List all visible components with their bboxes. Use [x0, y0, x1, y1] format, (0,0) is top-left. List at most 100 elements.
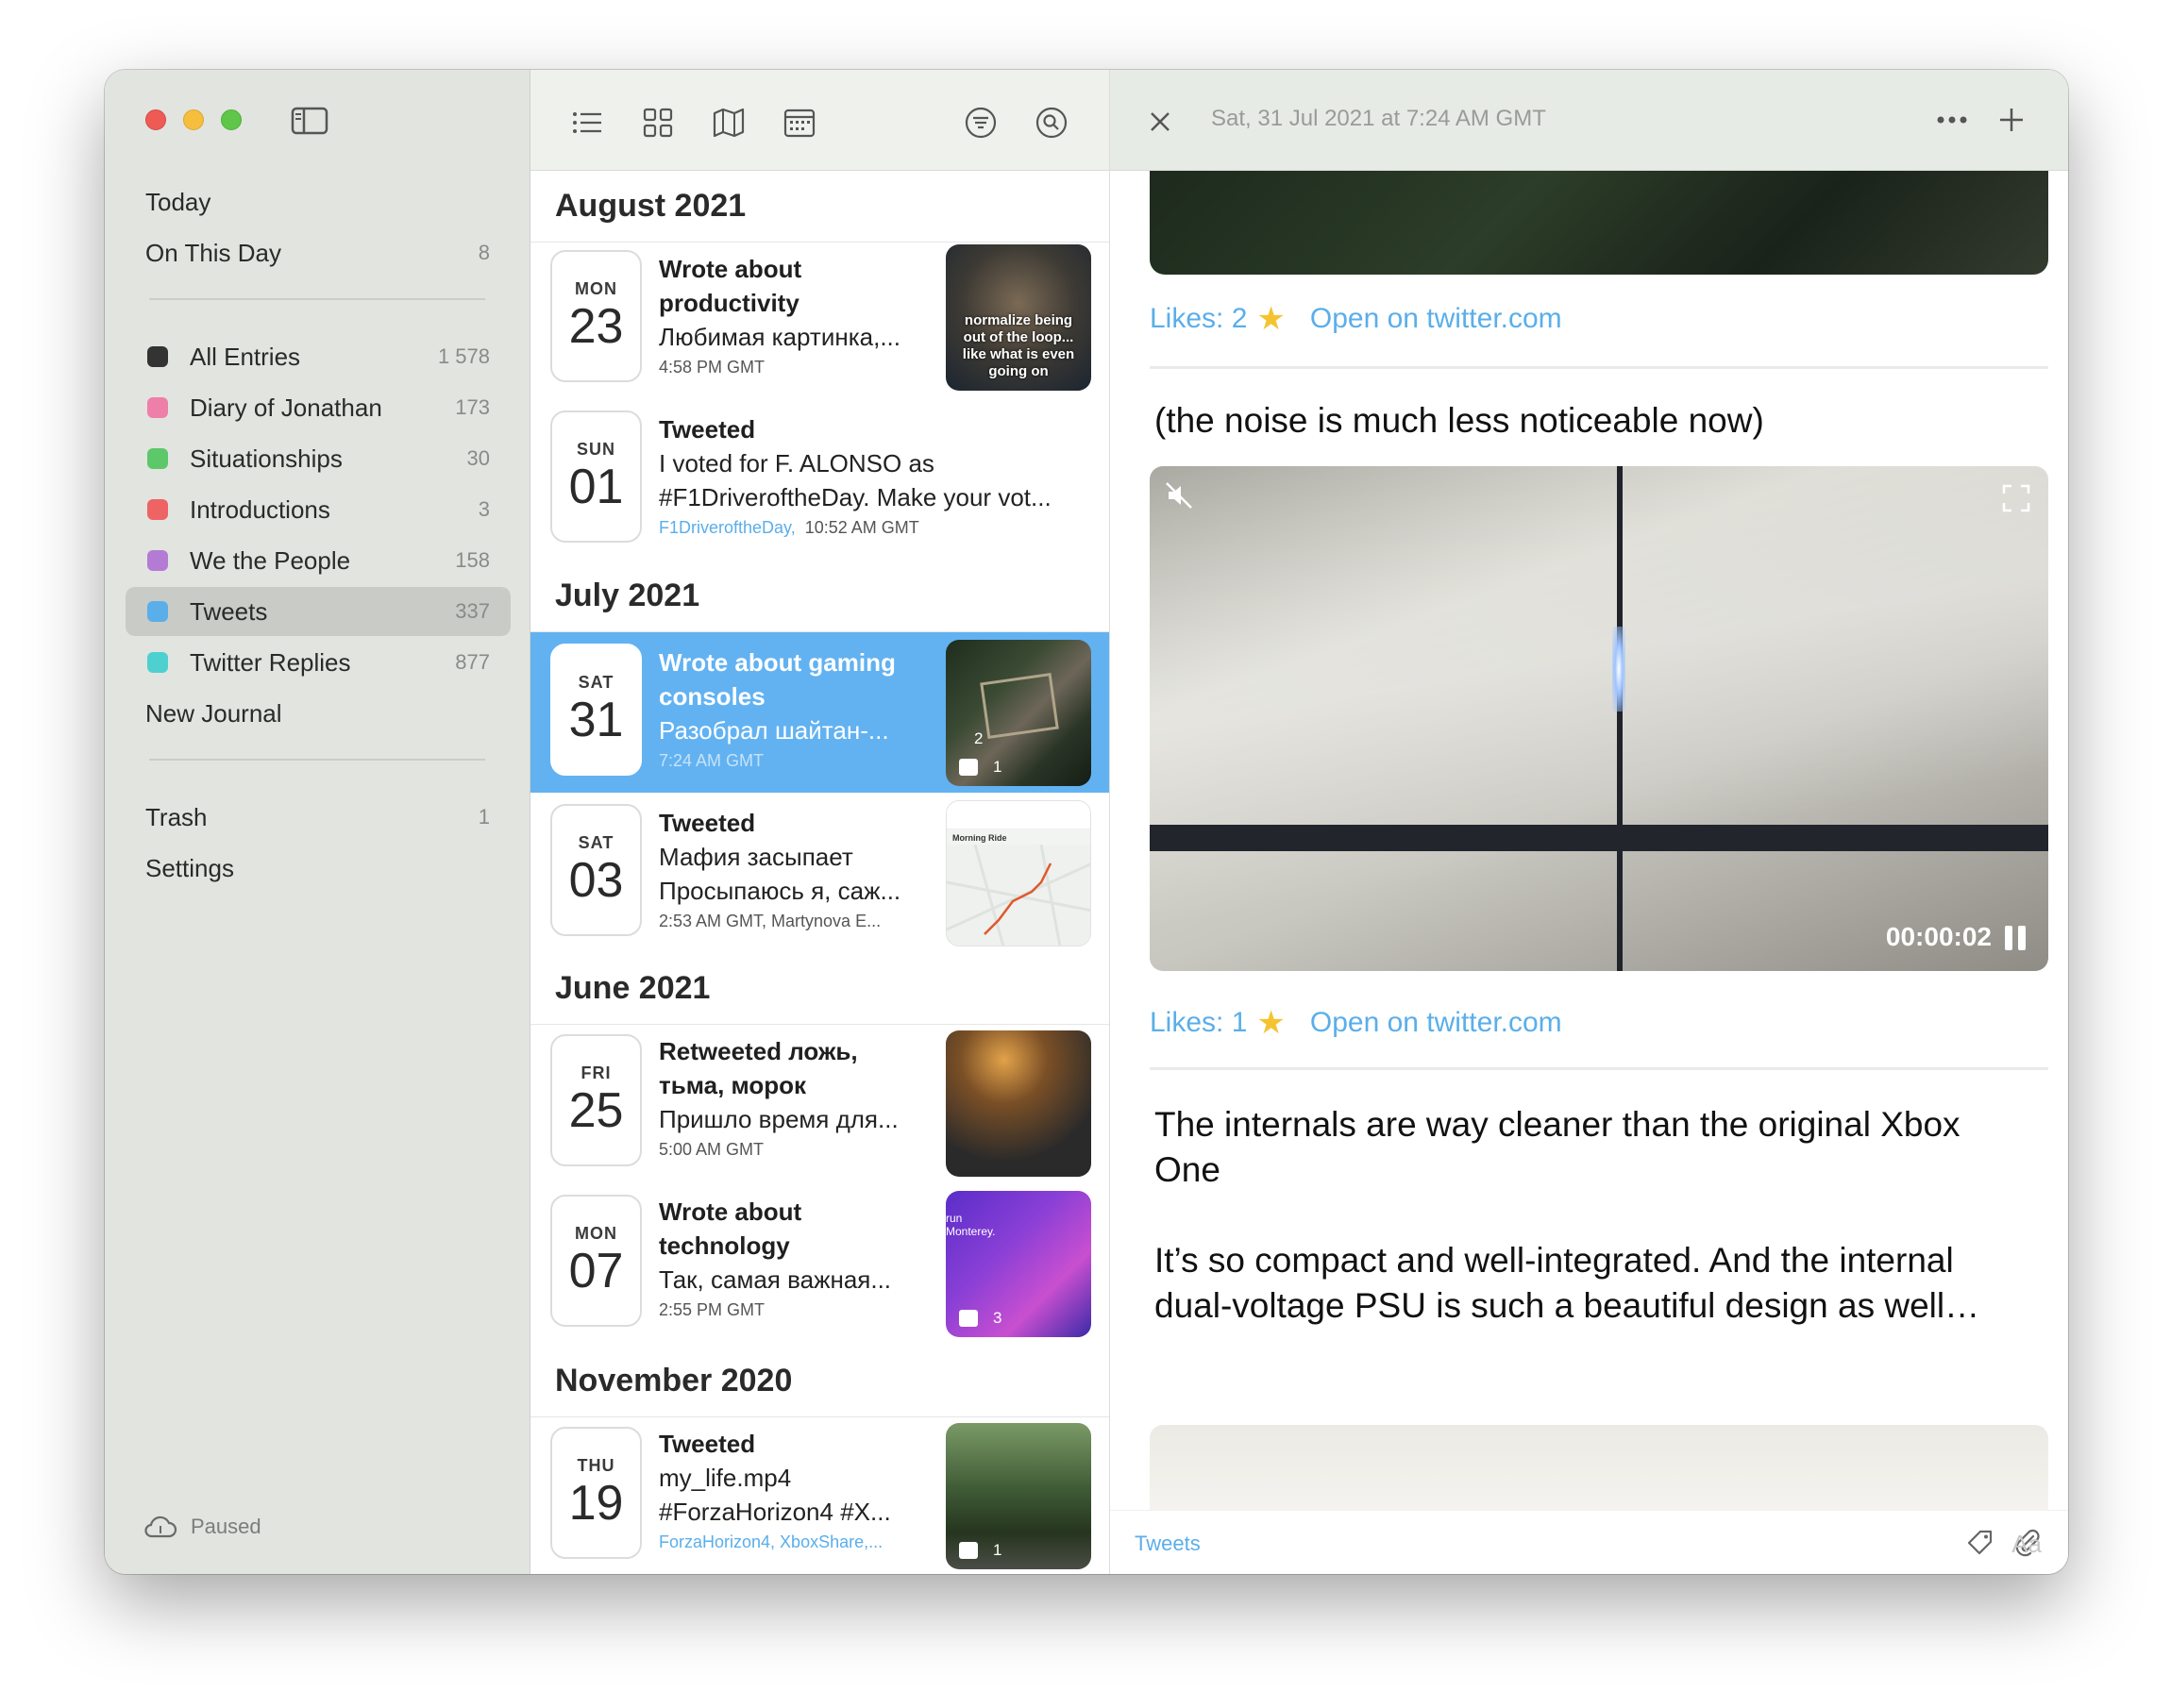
- entry-row-selected[interactable]: SAT 31 Wrote about gaming consoles Разоб…: [530, 632, 1109, 793]
- sidebar-item-count: 1: [478, 805, 490, 829]
- entry-thumbnail: 1: [946, 1423, 1091, 1569]
- entry-date: MON 07: [550, 1195, 642, 1327]
- sidebar-item-settings[interactable]: Settings: [126, 844, 511, 893]
- photo-icon: [959, 1310, 978, 1327]
- entry-weekday: FRI: [581, 1063, 612, 1082]
- entry-date: SUN 01: [550, 410, 642, 543]
- entry-date: SAT 03: [550, 804, 642, 936]
- entry-photo[interactable]: [1150, 1425, 2048, 1510]
- sidebar-item-count: 337: [455, 599, 490, 623]
- entry-day: 25: [568, 1082, 624, 1138]
- journal-label[interactable]: Tweets: [1135, 1532, 1201, 1556]
- sidebar-item-count: 173: [455, 395, 490, 419]
- entry-snippet: Пришло время для...: [659, 1105, 899, 1133]
- entry-title: Wrote about productivity: [659, 255, 802, 317]
- open-on-twitter-link[interactable]: Open on twitter.com: [1310, 1007, 1562, 1039]
- entry-row[interactable]: MON 23 Wrote about productivity Любимая …: [530, 243, 1109, 403]
- new-journal-button[interactable]: New Journal: [126, 689, 511, 738]
- list-view-icon[interactable]: [570, 106, 604, 140]
- sidebar-item-all-entries[interactable]: All Entries 1 578: [126, 332, 511, 381]
- thumbnail-caption: Morning Ride: [952, 833, 1007, 843]
- filter-icon[interactable]: [964, 106, 998, 140]
- video-icon: [959, 1542, 978, 1559]
- video-player[interactable]: 00:00:02: [1150, 466, 2048, 971]
- thumbnail-chip: [980, 673, 1059, 739]
- detail-footer: Tweets Aa: [1110, 1510, 2068, 1574]
- entry-weekday: MON: [575, 278, 617, 298]
- entry-row[interactable]: FRI 25 Retweeted ложь, тьма, морок Пришл…: [530, 1025, 1109, 1185]
- mute-icon[interactable]: [1163, 479, 1195, 511]
- entry-date-heading: Sat, 31 Jul 2021 at 7:24 AM GMT: [1211, 106, 1546, 131]
- entry-day: 01: [568, 459, 624, 514]
- console-seam: [1617, 466, 1623, 971]
- entry-weekday: SUN: [576, 439, 615, 459]
- entry-row[interactable]: THU 19 Tweeted my_life.mp4 #ForzaHorizon…: [530, 1417, 1109, 1574]
- sync-status[interactable]: Paused: [143, 1514, 261, 1540]
- entry-thumbnail: 2 1: [946, 640, 1091, 786]
- entry-meta: 2:53 AM GMT, Martynova E...: [659, 912, 882, 930]
- entry-snippet: Разобрал шайтан-...: [659, 716, 889, 745]
- entry-meta: 5:00 AM GMT: [659, 1140, 765, 1159]
- tweet-text: (the noise is much less noticeable now): [1154, 401, 1764, 440]
- journal-color-dot: [147, 346, 168, 367]
- fullscreen-icon[interactable]: [2001, 483, 2031, 513]
- sidebar: Today On This Day 8 All Entries 1 578 Di…: [105, 70, 530, 1574]
- pause-icon[interactable]: [2005, 926, 2028, 950]
- map-view-icon[interactable]: [712, 106, 746, 140]
- entry-text: Wrote about gaming consoles Разобрал шай…: [659, 645, 923, 771]
- sidebar-item-diary-of-jonathan[interactable]: Diary of Jonathan 173: [126, 383, 511, 432]
- add-entry-icon[interactable]: [1997, 106, 2026, 134]
- cloud-icon: [144, 1515, 177, 1538]
- entry-text: Retweeted ложь, тьма, морок Пришло время…: [659, 1034, 923, 1160]
- sidebar-item-label: Settings: [145, 853, 234, 882]
- entry-list-pane: August 2021 MON 23 Wrote about productiv…: [530, 70, 1110, 1574]
- entry-row[interactable]: SUN 01 Tweeted I voted for F. ALONSO as …: [530, 403, 1109, 563]
- tag-icon[interactable]: [1965, 1528, 1995, 1558]
- search-icon[interactable]: [1035, 106, 1069, 140]
- video-count-badge: 1: [959, 758, 1001, 777]
- entry-snippet: Мафия засыпает Просыпаюсь я, саж...: [659, 843, 901, 905]
- entry-row[interactable]: MON 07 Wrote about technology Так, самая…: [530, 1185, 1109, 1346]
- sidebar-item-count: 30: [466, 446, 490, 470]
- grid-view-icon[interactable]: [641, 106, 675, 140]
- minimize-window-button[interactable]: [183, 109, 204, 130]
- sidebar-item-label: Tweets: [190, 596, 268, 626]
- month-header: June 2021: [530, 953, 1109, 1025]
- sidebar-item-today[interactable]: Today: [126, 177, 511, 226]
- sidebar-item-tweets[interactable]: Tweets 337: [126, 587, 511, 636]
- entry-detail-pane: Sat, 31 Jul 2021 at 7:24 AM GMT Likes: 2…: [1110, 70, 2068, 1574]
- close-window-button[interactable]: [145, 109, 166, 130]
- entry-text: Tweeted my_life.mp4 #ForzaHorizon4 #X...…: [659, 1427, 923, 1552]
- entry-photo[interactable]: [1150, 171, 2048, 275]
- entry-tags[interactable]: F1DriveroftheDay,: [659, 518, 796, 537]
- entry-title: Tweeted: [659, 1430, 756, 1458]
- entry-date: FRI 25: [550, 1034, 642, 1166]
- sidebar-item-twitter-replies[interactable]: Twitter Replies 877: [126, 638, 511, 687]
- video-count-badge: 1: [959, 1541, 1001, 1560]
- sidebar-item-on-this-day[interactable]: On This Day 8: [126, 228, 511, 277]
- sidebar-item-introductions[interactable]: Introductions 3: [126, 485, 511, 534]
- calendar-view-icon[interactable]: [783, 106, 816, 140]
- close-icon[interactable]: [1148, 109, 1172, 134]
- entry-title: Wrote about gaming consoles: [659, 648, 896, 711]
- entry-tags[interactable]: ForzaHorizon4, XboxShare,...: [659, 1532, 883, 1551]
- more-options-icon[interactable]: [1936, 115, 1968, 125]
- list-toolbar: [530, 70, 1109, 171]
- sidebar-toggle-icon[interactable]: [291, 106, 328, 136]
- sidebar-item-situationships[interactable]: Situationships 30: [126, 434, 511, 483]
- entry-day: 07: [568, 1243, 624, 1298]
- sync-status-label: Paused: [191, 1515, 261, 1538]
- sidebar-item-trash[interactable]: Trash 1: [126, 793, 511, 842]
- entry-row[interactable]: SAT 03 Tweeted Мафия засыпает Просыпаюсь…: [530, 793, 1109, 953]
- sidebar-item-count: 877: [455, 650, 490, 674]
- entry-day: 31: [568, 692, 624, 747]
- open-on-twitter-link[interactable]: Open on twitter.com: [1310, 303, 1562, 335]
- sidebar-item-we-the-people[interactable]: We the People 158: [126, 536, 511, 585]
- entry-snippet: my_life.mp4 #ForzaHorizon4 #X...: [659, 1464, 891, 1526]
- zoom-window-button[interactable]: [221, 109, 242, 130]
- tweet-stats: Likes: 2 ★ Open on twitter.com: [1150, 300, 1562, 338]
- entry-meta: 2:55 PM GMT: [659, 1300, 766, 1319]
- text-format-button[interactable]: Aa: [2011, 1530, 2042, 1559]
- sidebar-item-label: Today: [145, 187, 211, 216]
- entry-date: MON 23: [550, 250, 642, 382]
